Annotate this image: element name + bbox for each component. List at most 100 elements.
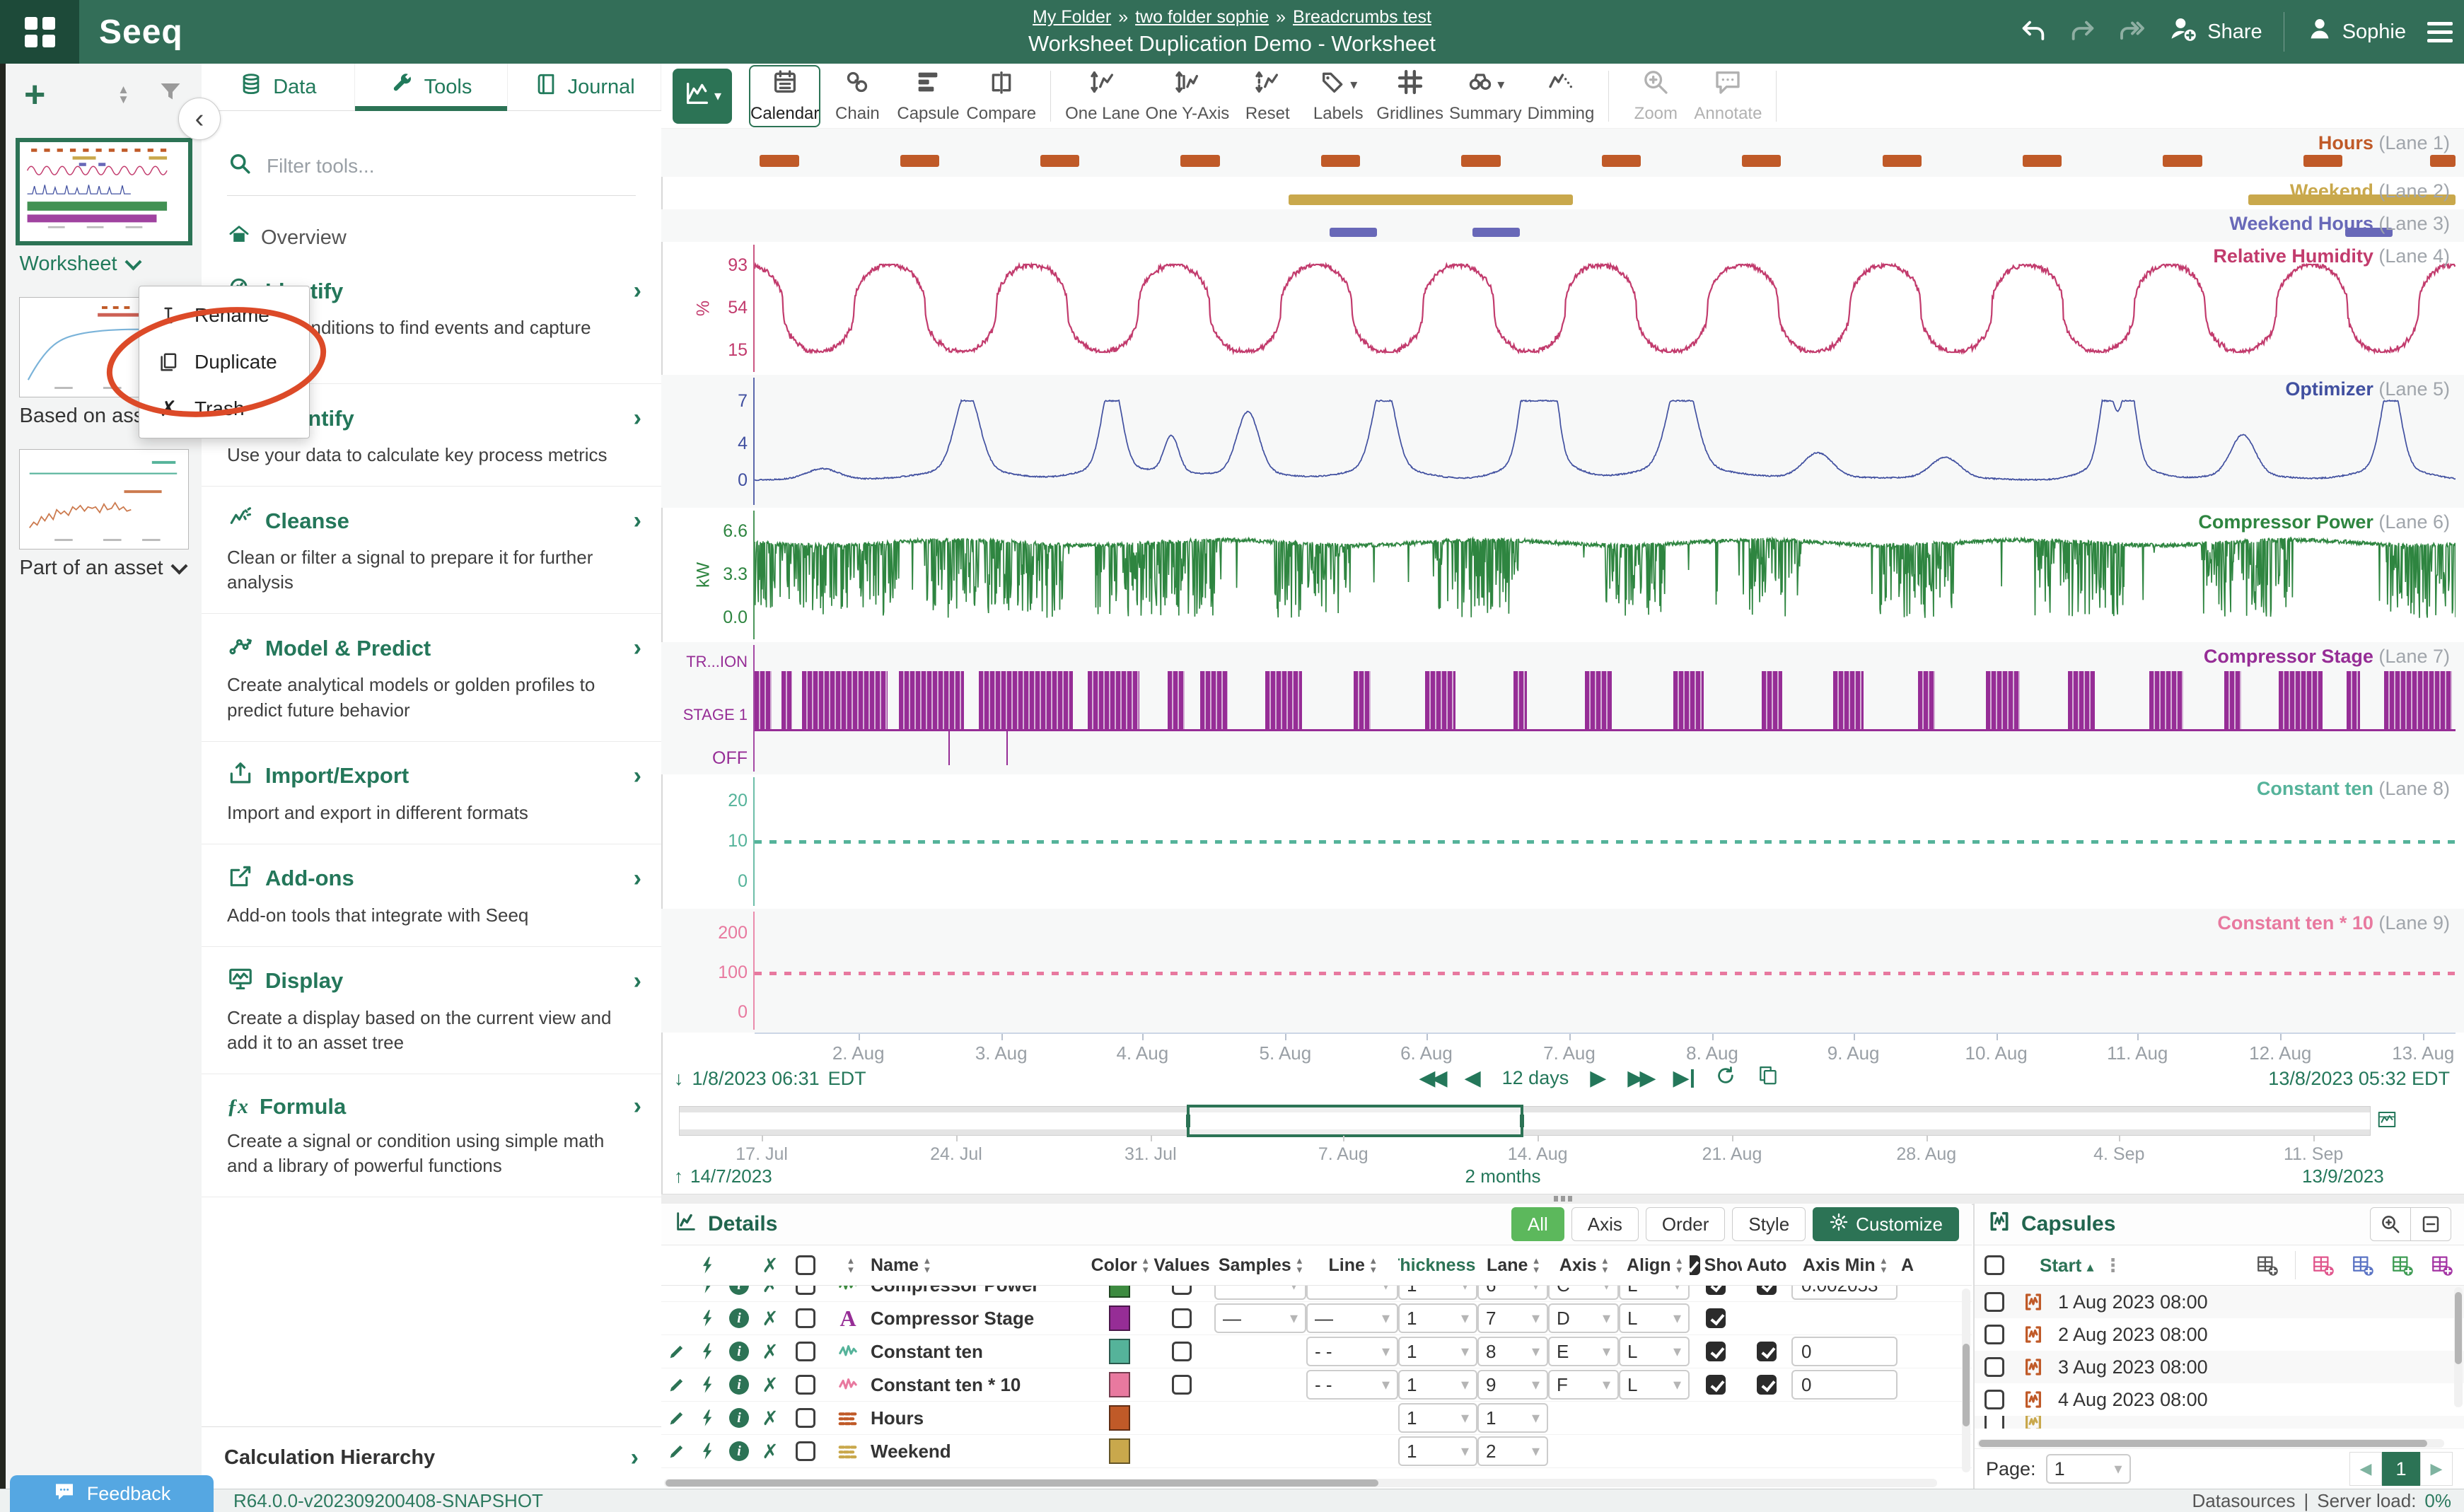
remove-icon[interactable]: ✗ — [755, 1407, 786, 1430]
col-header-color[interactable]: Color▴▾ — [1090, 1255, 1149, 1276]
stage-block[interactable] — [1918, 671, 1935, 729]
color-swatch[interactable] — [1090, 1339, 1149, 1364]
thickness-select[interactable]: 1▾ — [1398, 1337, 1477, 1366]
row-checkbox[interactable] — [786, 1286, 825, 1295]
color-swatch[interactable] — [1090, 1305, 1149, 1331]
col-header-name[interactable]: Name▴▾ — [871, 1255, 1090, 1276]
lane-select[interactable]: 9▾ — [1477, 1370, 1548, 1400]
tool-item-formula[interactable]: ƒxFormula›Create a signal or condition u… — [202, 1074, 661, 1197]
filter-tools-input[interactable] — [265, 154, 636, 178]
row-checkbox[interactable] — [786, 1342, 825, 1361]
add-column-icon[interactable] — [2430, 1253, 2454, 1277]
auto-checkbox[interactable] — [1742, 1286, 1791, 1295]
one-lane-button[interactable]: One Lane — [1064, 65, 1141, 127]
details-row-hours[interactable]: i✗Hours1▾1▾ — [661, 1402, 1972, 1435]
collapse-panel-button[interactable]: ‹ — [178, 98, 221, 140]
capsule-bar[interactable] — [900, 155, 939, 168]
calculation-hierarchy-link[interactable]: Calculation Hierarchy › — [202, 1426, 661, 1489]
tab-journal[interactable]: Journal — [508, 64, 661, 110]
stage-block[interactable] — [1762, 671, 1782, 729]
capsule-bar[interactable] — [1472, 228, 1520, 237]
info-icon[interactable]: i — [723, 1408, 755, 1428]
display-range-duration[interactable]: 12 days — [1502, 1067, 1569, 1089]
details-vertical-scrollbar[interactable] — [1962, 1289, 1970, 1472]
info-icon[interactable]: i — [723, 1441, 755, 1461]
add-column-icon[interactable] — [2311, 1253, 2335, 1277]
page-select[interactable]: 1▾ — [2046, 1454, 2131, 1484]
lane-plot[interactable] — [755, 209, 2456, 242]
axis-select[interactable]: E▾ — [1548, 1337, 1619, 1366]
user-menu-button[interactable]: Sophie — [2306, 15, 2406, 49]
pin-icon[interactable] — [692, 1408, 723, 1428]
details-row-compressor-stage[interactable]: i✗ACompressor Stage—▾—▾1▾7▾D▾L▾ — [661, 1302, 1972, 1335]
select-all-capsules-checkbox[interactable] — [1984, 1255, 2004, 1275]
stage-block[interactable] — [1986, 671, 2020, 729]
axis-select[interactable]: D▾ — [1548, 1303, 1619, 1333]
lane-plot[interactable] — [755, 177, 2456, 209]
prev-page-button[interactable]: ◀ — [2349, 1452, 2382, 1486]
axis-view-button[interactable]: Axis — [1571, 1207, 1639, 1241]
compare-button[interactable]: Compare — [965, 65, 1038, 127]
stage-block[interactable] — [755, 671, 772, 729]
values-checkbox[interactable] — [1149, 1286, 1214, 1295]
line-style-select[interactable]: ▾ — [1306, 1286, 1398, 1300]
step-forward-full-button[interactable]: ▶▶ — [1627, 1066, 1651, 1091]
undo-button[interactable] — [2019, 18, 2047, 46]
style-view-button[interactable]: Style — [1732, 1207, 1806, 1241]
show-checkbox[interactable] — [1690, 1308, 1742, 1328]
capsules-collapse-button[interactable] — [2411, 1207, 2451, 1241]
pin-all-icon[interactable] — [692, 1255, 723, 1275]
lane-label[interactable]: Constant ten * 10 (Lane 9) — [2217, 912, 2450, 934]
lane-plot[interactable] — [755, 375, 2456, 508]
col-header-show[interactable]: Show — [1690, 1255, 1742, 1276]
context-menu-duplicate[interactable]: Duplicate — [139, 339, 309, 385]
row-checkbox[interactable] — [786, 1375, 825, 1395]
details-row-weekend[interactable]: i✗Weekend1▾2▾ — [661, 1435, 1972, 1468]
lane-label[interactable]: Relative Humidity (Lane 4) — [2213, 245, 2450, 267]
worksheet-thumbnail[interactable] — [16, 138, 192, 245]
lane-label[interactable]: Weekend Hours (Lane 3) — [2229, 213, 2450, 235]
lane-label[interactable]: Compressor Power (Lane 6) — [2198, 511, 2450, 533]
breadcrumb-link[interactable]: Breadcrumbs test — [1293, 7, 1431, 27]
info-icon[interactable]: i — [723, 1286, 755, 1295]
stage-block[interactable] — [1168, 671, 1185, 729]
remove-icon[interactable]: ✗ — [755, 1286, 786, 1297]
col-header-thickness[interactable]: Thickness▴ — [1398, 1255, 1477, 1276]
color-swatch[interactable] — [1090, 1286, 1149, 1298]
filter-worksheets-button[interactable] — [158, 79, 183, 110]
remove-icon[interactable]: ✗ — [755, 1373, 786, 1397]
feedback-button[interactable]: Feedback — [10, 1475, 214, 1512]
tool-item-model-predict[interactable]: Model & Predict›Create analytical models… — [202, 614, 661, 741]
details-row-constant-ten-10[interactable]: i✗Constant ten * 10- -▾1▾9▾F▾L▾0 — [661, 1368, 1972, 1402]
capsules-vertical-scrollbar[interactable] — [2454, 1287, 2463, 1407]
stage-block[interactable] — [1265, 671, 1303, 729]
add-column-icon[interactable] — [2390, 1253, 2414, 1277]
stage-block[interactable] — [781, 671, 791, 729]
stage-block[interactable] — [1425, 671, 1455, 729]
one-y-axis-button[interactable]: One Y-Axis — [1144, 65, 1231, 127]
signal-name[interactable]: Constant ten * 10 — [871, 1374, 1090, 1396]
context-menu-rename[interactable]: Rename — [139, 292, 309, 339]
capsules-start-column[interactable]: Start ▴ — [2040, 1255, 2094, 1277]
stage-block[interactable] — [899, 671, 963, 729]
add-column-icon[interactable] — [2255, 1253, 2279, 1277]
stage-block[interactable] — [1354, 671, 1371, 729]
axis-min-input[interactable]: 0.002053 — [1791, 1286, 1898, 1300]
signal-name[interactable]: Weekend — [871, 1441, 1090, 1462]
customize-view-button[interactable]: Customize — [1813, 1207, 1959, 1241]
capsule-row[interactable]: 1 Aug 2023 08:00 — [1975, 1286, 2464, 1318]
capsule-bar[interactable] — [2023, 155, 2062, 168]
new-worksheet-button[interactable]: + — [24, 81, 45, 109]
details-horizontal-scrollbar[interactable] — [664, 1479, 1937, 1487]
capsule-row[interactable]: 4 Aug 2023 08:00 — [1975, 1383, 2464, 1416]
axis-select[interactable]: F▾ — [1548, 1370, 1619, 1400]
capsule-bar[interactable] — [760, 155, 798, 168]
timeline-selection[interactable] — [1187, 1105, 1523, 1137]
pin-icon[interactable] — [692, 1375, 723, 1395]
lane-label[interactable]: Weekend (Lane 2) — [2290, 180, 2450, 202]
timeline-track[interactable] — [679, 1106, 2371, 1136]
capsule-bar[interactable] — [1602, 155, 1641, 168]
edit-icon[interactable] — [661, 1342, 692, 1361]
context-menu-trash[interactable]: ✗Trash — [139, 385, 309, 432]
tab-tools[interactable]: Tools — [355, 64, 509, 110]
